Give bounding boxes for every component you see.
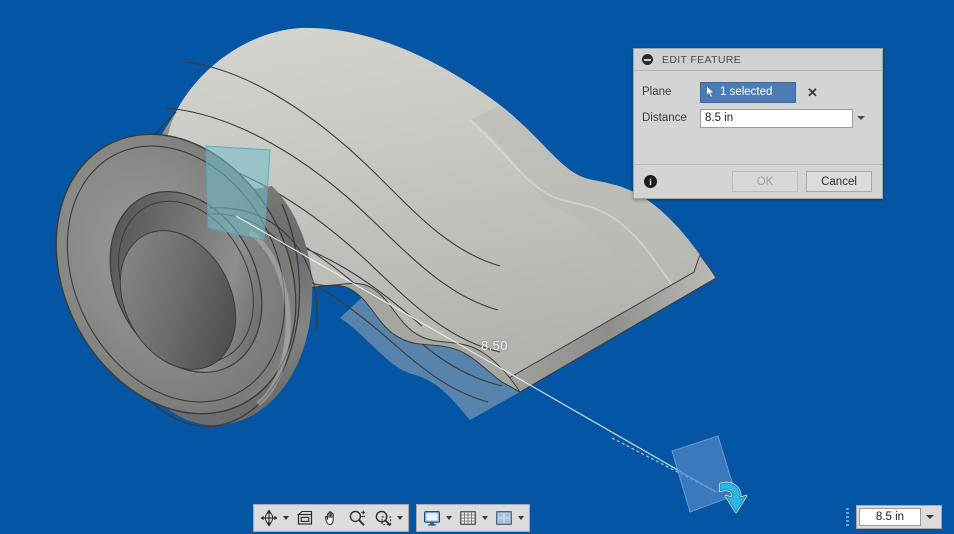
viewports-dropdown-caret[interactable]	[518, 516, 524, 520]
value-editor-frame	[856, 505, 942, 529]
value-input[interactable]	[859, 508, 921, 526]
dialog-body: Plane 1 selected ✕ Distance	[634, 71, 882, 164]
inline-value-editor[interactable]	[846, 505, 942, 529]
display-settings-dropdown-caret[interactable]	[446, 516, 452, 520]
distance-row: Distance	[634, 106, 882, 130]
reference-plane-face	[206, 146, 270, 240]
chevron-down-icon	[926, 515, 934, 519]
plane-selection-count: 1 selected	[720, 86, 773, 98]
zoom-icon	[346, 507, 368, 529]
display-tool-group	[416, 504, 530, 532]
pan-button[interactable]	[318, 506, 344, 530]
orbit-icon	[258, 507, 280, 529]
chevron-down-icon	[857, 116, 865, 120]
fusion-3d-workspace: 8.50 EDIT FEATURE Plane 1 selected ✕ Dis…	[0, 0, 954, 534]
navigation-toolbar[interactable]	[253, 504, 530, 532]
grid-snap-icon	[457, 507, 479, 529]
grid-snap-dropdown-caret[interactable]	[482, 516, 488, 520]
dialog-titlebar[interactable]: EDIT FEATURE	[634, 49, 882, 71]
navigation-tool-group	[253, 504, 409, 532]
cancel-button[interactable]: Cancel	[806, 171, 872, 192]
display-settings-icon	[421, 507, 443, 529]
orbit-dropdown-caret[interactable]	[283, 516, 289, 520]
edit-feature-dialog[interactable]: EDIT FEATURE Plane 1 selected ✕ Distance	[633, 48, 883, 199]
look-at-icon	[294, 507, 316, 529]
value-dropdown-button[interactable]	[921, 508, 939, 526]
dialog-title: EDIT FEATURE	[662, 53, 742, 66]
plane-row: Plane 1 selected ✕	[634, 80, 882, 104]
orbit-button[interactable]	[256, 506, 282, 530]
clear-selection-button[interactable]: ✕	[807, 86, 818, 99]
minus-circle-icon[interactable]	[642, 54, 653, 65]
distance-dropdown-button[interactable]	[853, 109, 869, 128]
cursor-arrow-icon	[706, 86, 715, 98]
dialog-footer: i OK Cancel	[634, 164, 882, 198]
highlighted-reference-plane[interactable]	[205, 145, 271, 241]
pan-icon	[320, 507, 342, 529]
zoom-window-icon	[372, 507, 394, 529]
viewports-button[interactable]	[491, 506, 517, 530]
info-icon[interactable]: i	[644, 175, 657, 188]
plane-selection-button[interactable]: 1 selected	[700, 81, 796, 103]
viewports-icon	[493, 507, 515, 529]
plane-label: Plane	[642, 86, 672, 98]
zoom-window-dropdown-caret[interactable]	[397, 516, 403, 520]
grid-snap-button[interactable]	[455, 506, 481, 530]
drag-grip-icon[interactable]	[846, 506, 851, 528]
ok-button[interactable]: OK	[732, 171, 798, 192]
display-settings-button[interactable]	[419, 506, 445, 530]
zoom-button[interactable]	[344, 506, 370, 530]
distance-field-wrap	[700, 108, 869, 128]
zoom-window-button[interactable]	[370, 506, 396, 530]
distance-label: Distance	[642, 112, 687, 124]
distance-input[interactable]	[700, 108, 853, 128]
look-at-button[interactable]	[292, 506, 318, 530]
